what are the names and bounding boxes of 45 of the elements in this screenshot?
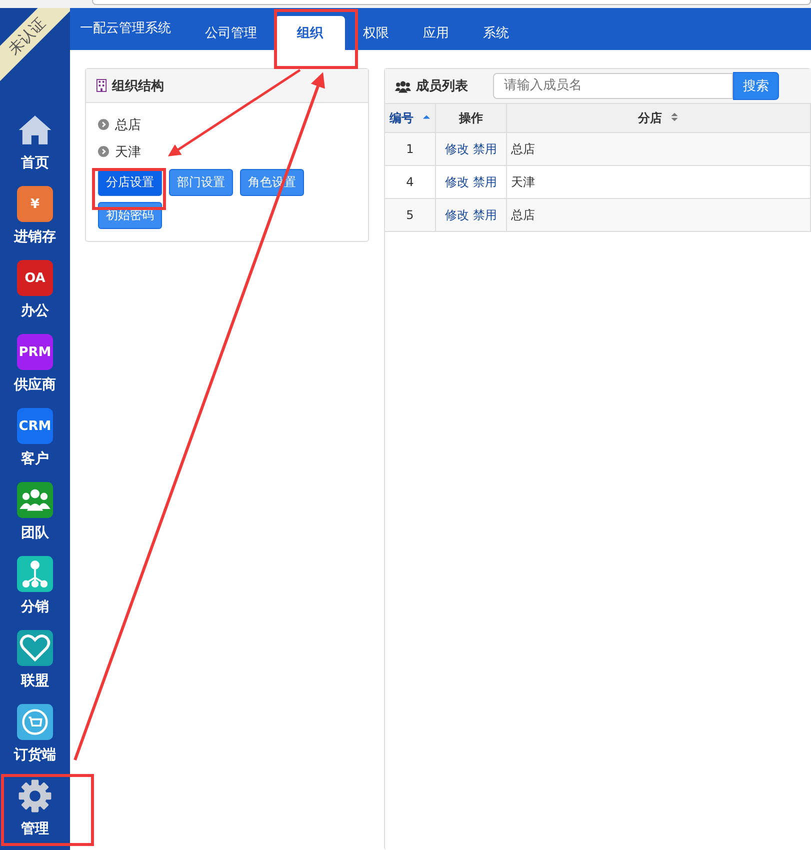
app-icon: PRM <box>17 334 53 370</box>
nav-tab[interactable]: 应用 <box>407 16 465 50</box>
action-link[interactable]: 禁用 <box>473 142 497 156</box>
chevron-icon <box>98 146 109 157</box>
sidebar-item[interactable]: CRM 客户 <box>2 408 68 469</box>
nav-tab[interactable]: 系统 <box>467 16 525 50</box>
action-link[interactable]: 禁用 <box>473 208 497 222</box>
nav-tab[interactable]: 组织 <box>275 16 345 50</box>
gear-icon <box>17 778 53 814</box>
app-icon: ¥ <box>17 186 53 222</box>
nav-tab[interactable]: 公司管理 <box>189 16 273 50</box>
table-cell: 5 <box>385 198 436 232</box>
search-field[interactable]: 请输入成员名 <box>493 72 733 98</box>
panel-title: 组织结构 <box>112 78 164 94</box>
sidebar-item[interactable]: 团队 <box>2 482 68 543</box>
sidebar-item[interactable]: 订货端 <box>2 704 68 765</box>
building-icon <box>96 79 107 92</box>
column-header[interactable]: 操作 <box>459 110 483 124</box>
sidebar-item[interactable]: 联盟 <box>2 630 68 691</box>
sidebar-item[interactable]: 首页 <box>2 112 68 173</box>
app-icon: CRM <box>17 408 53 444</box>
settings-button[interactable]: 分店设置 <box>98 169 162 196</box>
table-cell: 1 <box>385 132 436 166</box>
table-cell: 总店 <box>506 198 810 232</box>
nav-tab[interactable]: 权限 <box>347 16 405 50</box>
action-link[interactable]: 禁用 <box>473 174 497 188</box>
sidebar-item[interactable]: 管理 <box>2 778 68 839</box>
column-header[interactable]: 分店 <box>638 110 662 124</box>
action-link[interactable]: 修改 <box>445 174 469 188</box>
address-bar[interactable] <box>92 0 811 5</box>
table-cell: 总店 <box>506 132 810 166</box>
action-link[interactable]: 修改 <box>445 142 469 156</box>
search-button[interactable]: 搜索 <box>733 72 779 100</box>
tree-item[interactable]: 天津 <box>115 142 141 160</box>
panel-title: 成员列表 <box>416 78 468 95</box>
action-link[interactable]: 修改 <box>445 208 469 222</box>
tree-item[interactable]: 总店 <box>115 116 141 134</box>
sidebar-item[interactable]: OA 办公 <box>2 260 68 321</box>
sidebar-item[interactable]: 分销 <box>2 556 68 617</box>
app-title: 一配云管理系统 <box>80 20 172 38</box>
chevron-icon <box>98 119 109 130</box>
users-icon <box>395 80 411 92</box>
app-icon: OA <box>17 260 53 296</box>
sidebar-item[interactable]: PRM 供应商 <box>2 334 68 395</box>
sidebar-item[interactable]: ¥ 进销存 <box>2 186 68 247</box>
